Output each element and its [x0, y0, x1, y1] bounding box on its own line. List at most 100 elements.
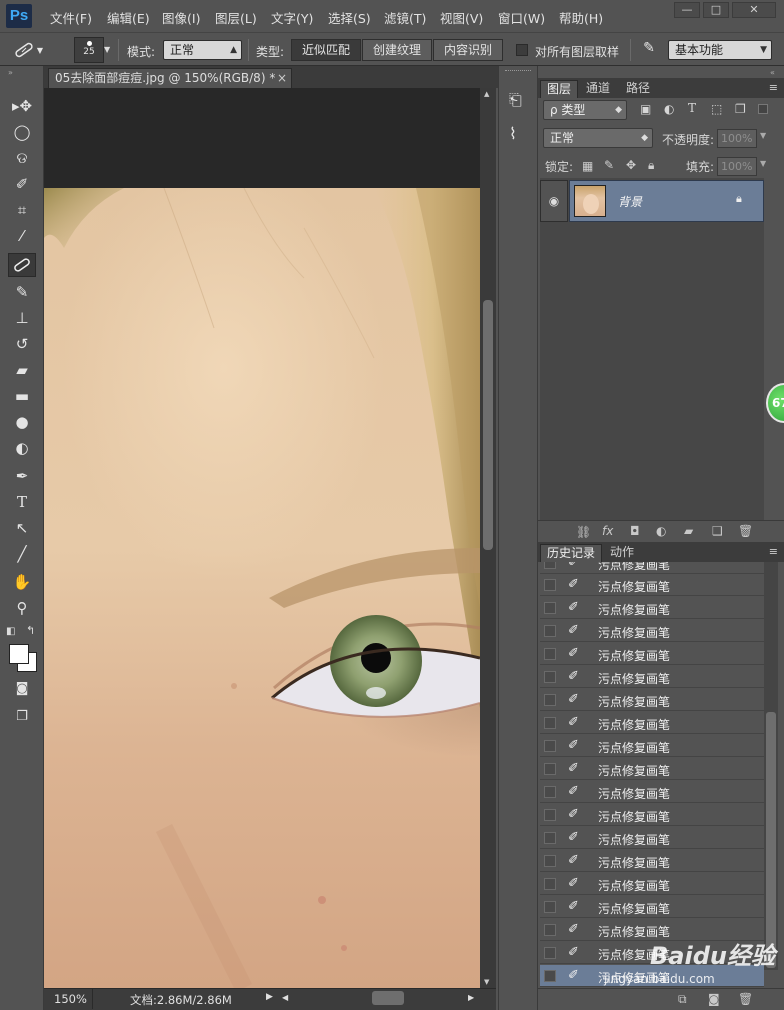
type-content-aware[interactable]: 内容识别: [433, 39, 503, 61]
history-item[interactable]: ✐ 污点修复画笔: [540, 804, 764, 826]
lasso-icon[interactable]: ଡ: [8, 146, 36, 170]
scroll-right-arrow-icon[interactable]: ▶: [468, 993, 474, 1002]
clone-stamp-icon[interactable]: ⊥: [8, 306, 36, 330]
history-snapshot-checkbox[interactable]: [544, 924, 556, 936]
history-snapshot-checkbox[interactable]: [544, 786, 556, 798]
link-layers-icon[interactable]: ⛓: [576, 525, 591, 539]
horizontal-scrollbar-thumb[interactable]: [372, 991, 404, 1005]
menu-select[interactable]: 选择(S): [328, 8, 371, 27]
spot-healing-brush-icon[interactable]: [8, 253, 36, 277]
filter-toggle[interactable]: [758, 104, 768, 114]
lock-transparent-icon[interactable]: ▦: [582, 159, 593, 173]
zoom-tool-icon[interactable]: ⚲: [8, 596, 36, 620]
brush-size-picker[interactable]: 25: [74, 37, 104, 63]
history-snapshot-checkbox[interactable]: [544, 832, 556, 844]
history-item[interactable]: ✐ 污点修复画笔: [540, 597, 764, 619]
history-item[interactable]: ✐ 污点修复画笔: [540, 965, 764, 987]
close-tab-icon[interactable]: ×: [277, 69, 287, 87]
sample-all-layers-checkbox[interactable]: [516, 44, 528, 56]
history-snapshot-checkbox[interactable]: [544, 579, 556, 591]
history-snapshot-checkbox[interactable]: [544, 648, 556, 660]
quick-selection-icon[interactable]: ✐: [8, 172, 36, 196]
add-mask-icon[interactable]: ◘: [630, 524, 640, 538]
line-tool-icon[interactable]: ╱: [8, 542, 36, 566]
history-item[interactable]: ✐ 污点修复画笔: [540, 873, 764, 895]
zoom-level[interactable]: 150%: [54, 992, 87, 1006]
hand-tool-icon[interactable]: ✋: [8, 570, 36, 594]
crop-icon[interactable]: ⌗: [8, 198, 36, 222]
new-document-from-state-icon[interactable]: ⧉: [678, 992, 687, 1007]
type-create-texture[interactable]: 创建纹理: [362, 39, 432, 61]
chevron-down-icon[interactable]: ▼: [104, 45, 110, 54]
dodge-icon[interactable]: ◐: [8, 436, 36, 460]
panel-menu-icon[interactable]: ≡: [769, 81, 778, 94]
default-colors-icon[interactable]: ◧: [6, 626, 15, 637]
foreground-color-swatch[interactable]: [9, 644, 29, 664]
fill-input[interactable]: 100%: [717, 157, 757, 176]
history-item[interactable]: ✐ 污点修复画笔: [540, 643, 764, 665]
menu-view[interactable]: 视图(V): [440, 8, 483, 27]
spot-healing-brush-preset-icon[interactable]: ▼: [8, 39, 48, 61]
properties-panel-icon[interactable]: ⎗: [509, 90, 522, 110]
mode-dropdown[interactable]: 正常 ▲: [163, 40, 242, 60]
swap-colors-icon[interactable]: ↰: [26, 624, 35, 637]
history-snapshot-checkbox[interactable]: [544, 671, 556, 683]
filter-adjustment-icon[interactable]: ◐: [664, 102, 674, 116]
history-snapshot-checkbox[interactable]: [544, 970, 556, 982]
history-brush-icon[interactable]: ↺: [8, 332, 36, 356]
brush-presets-panel-icon[interactable]: ⌇: [509, 124, 517, 143]
menu-help[interactable]: 帮助(H): [559, 8, 603, 27]
scroll-left-arrow-icon[interactable]: ◀: [282, 993, 288, 1002]
brush-icon[interactable]: ✎: [8, 280, 36, 304]
filter-smart-object-icon[interactable]: ❐: [735, 102, 746, 116]
type-tool-icon[interactable]: T: [8, 490, 36, 514]
menu-window[interactable]: 窗口(W): [498, 8, 545, 27]
move-tool-icon[interactable]: ▸✥: [8, 94, 36, 118]
layer-row-background[interactable]: 背景 🔒︎: [569, 180, 764, 222]
lock-all-icon[interactable]: 🔒︎: [648, 158, 654, 173]
gradient-icon[interactable]: ▬: [8, 384, 36, 408]
eraser-icon[interactable]: ▰: [8, 358, 36, 382]
chevron-down-icon[interactable]: ▼: [760, 131, 766, 140]
history-snapshot-checkbox[interactable]: [544, 562, 556, 569]
history-item[interactable]: ✐ 污点修复画笔: [540, 620, 764, 642]
collapse-arrows-icon[interactable]: »: [8, 68, 13, 77]
history-snapshot-checkbox[interactable]: [544, 625, 556, 637]
history-item[interactable]: ✐ 污点修复画笔: [540, 735, 764, 757]
history-snapshot-checkbox[interactable]: [544, 878, 556, 890]
quick-mask-icon[interactable]: ◙: [8, 676, 36, 700]
maximize-button[interactable]: □: [703, 2, 729, 18]
tab-actions[interactable]: 动作: [604, 544, 640, 562]
history-snapshot-checkbox[interactable]: [544, 602, 556, 614]
path-selection-icon[interactable]: ↖: [8, 516, 36, 540]
grip-icon[interactable]: [505, 70, 531, 74]
history-item[interactable]: ✐ 污点修复画笔: [540, 850, 764, 872]
new-snapshot-icon[interactable]: ◙: [708, 992, 720, 1006]
new-group-icon[interactable]: ▰: [684, 524, 693, 538]
screen-mode-icon[interactable]: ❐: [8, 704, 36, 728]
history-snapshot-checkbox[interactable]: [544, 694, 556, 706]
history-scrollbar-thumb[interactable]: [766, 712, 776, 968]
pressure-size-icon[interactable]: ✎: [638, 40, 660, 60]
history-snapshot-checkbox[interactable]: [544, 855, 556, 867]
delete-state-icon[interactable]: 🗑︎: [738, 992, 753, 1006]
scroll-up-arrow-icon[interactable]: ▲: [484, 90, 489, 98]
filter-type-icon[interactable]: T: [688, 101, 696, 115]
history-snapshot-checkbox[interactable]: [544, 763, 556, 775]
document-tab[interactable]: 05去除面部痘痘.jpg @ 150%(RGB/8) * ×: [48, 68, 292, 88]
history-item[interactable]: ✐ 污点修复画笔: [540, 781, 764, 803]
menu-filter[interactable]: 滤镜(T): [384, 8, 426, 27]
collapse-arrows-icon[interactable]: «: [770, 68, 775, 77]
history-snapshot-checkbox[interactable]: [544, 809, 556, 821]
history-item-partial[interactable]: ✐ 污点修复画笔: [540, 562, 764, 574]
tab-paths[interactable]: 路径: [620, 80, 656, 98]
tab-history[interactable]: 历史记录: [540, 544, 603, 562]
tab-layers[interactable]: 图层: [540, 80, 579, 98]
opacity-input[interactable]: 100%: [717, 129, 757, 148]
layer-filter-dropdown[interactable]: ρ 类型 ◆: [543, 100, 627, 120]
status-menu-arrow-icon[interactable]: ▶: [266, 992, 273, 1002]
menu-type[interactable]: 文字(Y): [271, 8, 313, 27]
lock-pixels-icon[interactable]: ✎: [604, 158, 614, 172]
delete-layer-icon[interactable]: 🗑︎: [738, 524, 753, 538]
new-layer-icon[interactable]: ❑: [712, 524, 723, 538]
